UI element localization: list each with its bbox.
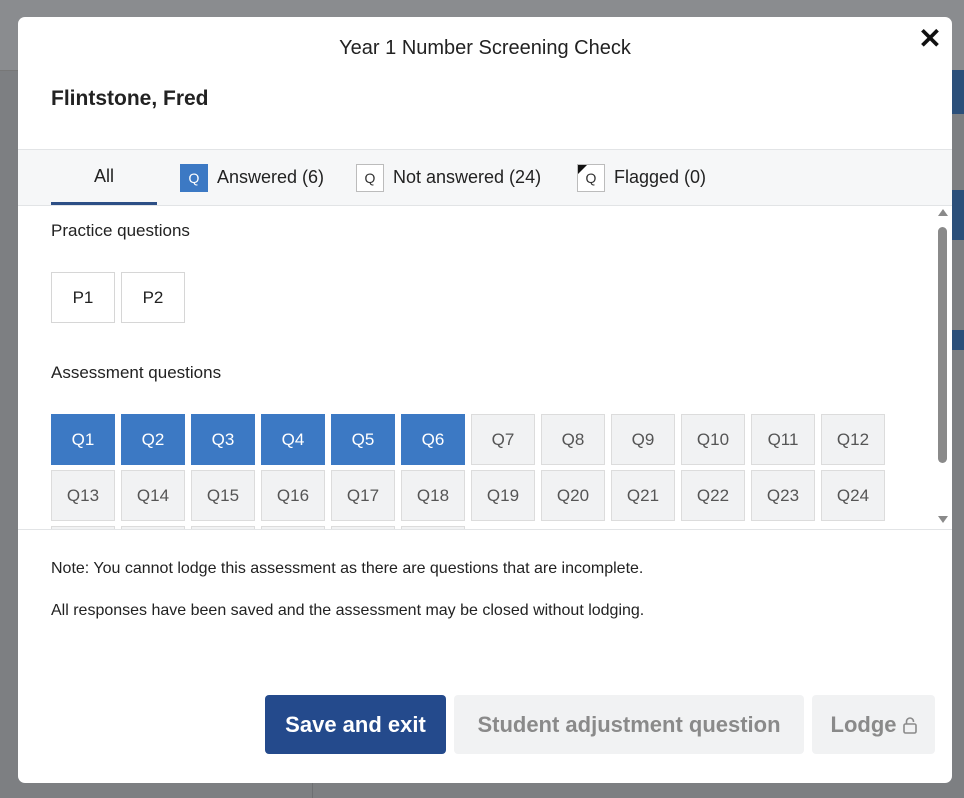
tab-answered-label: Answered (6) [217, 167, 325, 187]
question-button-unanswered[interactable]: Q24 [821, 470, 885, 521]
incomplete-note: Note: You cannot lodge this assessment a… [51, 560, 644, 577]
tab-flagged[interactable]: Q Flagged (0) [577, 150, 706, 205]
tab-not-answered[interactable]: Q Not answered (24) [356, 150, 541, 205]
question-button-unanswered[interactable]: Q14 [121, 470, 185, 521]
question-button-unanswered[interactable]: Q16 [261, 470, 325, 521]
question-button-unanswered[interactable]: Q9 [611, 414, 675, 465]
question-button-unanswered[interactable]: Q17 [331, 470, 395, 521]
scroll-down-arrow-icon[interactable] [938, 516, 948, 523]
flagged-question-icon: Q [577, 163, 605, 192]
question-button-unanswered[interactable]: Q13 [51, 470, 115, 521]
question-button-unanswered[interactable]: Q19 [471, 470, 535, 521]
scrollbar-thumb[interactable] [938, 227, 947, 463]
assessment-questions-heading: Assessment questions [51, 363, 222, 382]
question-button-unanswered[interactable]: Q11 [751, 414, 815, 465]
question-navigator-modal: ✕ Year 1 Number Screening Check Flintsto… [18, 17, 952, 783]
question-button-unanswered[interactable]: Q22 [681, 470, 745, 521]
student-name: Flintstone, Fred [51, 87, 209, 110]
question-button-answered[interactable]: Q6 [401, 414, 465, 465]
background-accent [950, 330, 964, 350]
background-divider [312, 782, 313, 798]
question-list: Practice questions P1 P2 Assessment ques… [18, 205, 952, 529]
question-button-answered[interactable]: Q3 [191, 414, 255, 465]
tab-flagged-label: Flagged (0) [614, 167, 707, 187]
lodge-label: Lodge [830, 711, 897, 737]
question-button-unanswered[interactable]: Q18 [401, 470, 465, 521]
question-button-answered[interactable]: Q5 [331, 414, 395, 465]
unanswered-question-icon: Q [356, 163, 384, 192]
question-button-unanswered[interactable]: Q8 [541, 414, 605, 465]
tab-all-label: All [93, 165, 114, 186]
modal-title: Year 1 Number Screening Check [339, 37, 631, 59]
student-adjustment-label: Student adjustment question [477, 711, 781, 737]
tab-all[interactable]: All [51, 150, 157, 205]
tab-answered[interactable]: Q Answered (6) [180, 150, 324, 205]
question-button-unanswered[interactable]: Q7 [471, 414, 535, 465]
background-accent [950, 190, 964, 240]
practice-questions-heading: Practice questions [51, 221, 190, 240]
question-button-unanswered[interactable]: Q21 [611, 470, 675, 521]
lodge-button[interactable]: Lodge [812, 695, 935, 754]
filter-tabs: All Q Answered (6) Q Not answered (24) Q… [18, 149, 952, 206]
question-button-unanswered[interactable]: Q23 [751, 470, 815, 521]
saved-note: All responses have been saved and the as… [51, 602, 645, 619]
answered-question-icon: Q [180, 163, 208, 192]
save-and-exit-button[interactable]: Save and exit [265, 695, 446, 754]
question-button-answered[interactable]: Q2 [121, 414, 185, 465]
question-button-answered[interactable]: Q1 [51, 414, 115, 465]
question-button-unanswered[interactable]: Q15 [191, 470, 255, 521]
question-list-scrollbar[interactable] [934, 205, 952, 529]
scroll-up-arrow-icon[interactable] [938, 209, 948, 216]
tab-not-answered-label: Not answered (24) [393, 167, 542, 187]
question-button-unanswered[interactable]: Q20 [541, 470, 605, 521]
divider [18, 529, 952, 530]
lock-icon [902, 716, 917, 734]
question-button-unanswered[interactable]: Q10 [681, 414, 745, 465]
practice-question-button[interactable]: P1 [51, 272, 115, 323]
save-and-exit-label: Save and exit [285, 711, 426, 737]
background-accent [950, 70, 964, 114]
question-button-answered[interactable]: Q4 [261, 414, 325, 465]
student-adjustment-button[interactable]: Student adjustment question [454, 695, 804, 754]
practice-question-button[interactable]: P2 [121, 272, 185, 323]
question-button-unanswered[interactable]: Q12 [821, 414, 885, 465]
